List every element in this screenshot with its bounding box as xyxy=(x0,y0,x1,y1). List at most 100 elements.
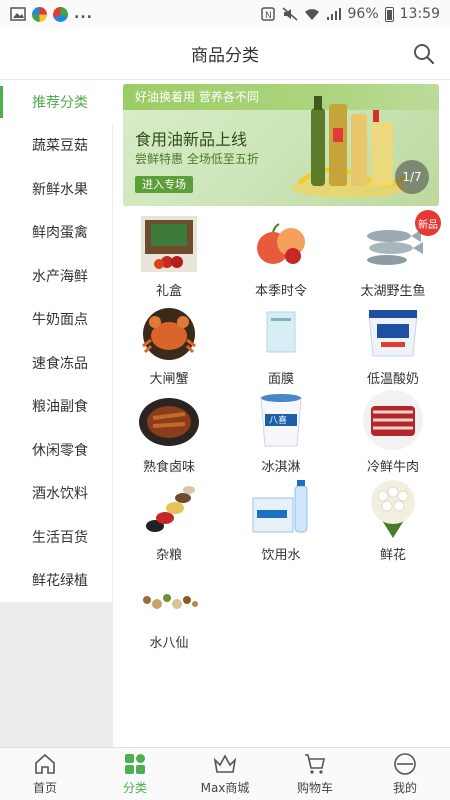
crown-icon xyxy=(213,752,237,776)
banner-tagline: 好油换着用 营养各不同 xyxy=(135,90,259,104)
sidebar-item[interactable]: 休闲零食 xyxy=(0,428,113,472)
banner-enter-button[interactable]: 进入专场 xyxy=(135,176,193,193)
battery-icon xyxy=(384,6,394,22)
battery-percent: 96% xyxy=(347,6,379,22)
category-item[interactable]: 鲜花 xyxy=(337,474,449,563)
sidebar-item-label: 生活百货 xyxy=(32,529,88,546)
tab-label: 首页 xyxy=(32,781,57,795)
promo-banner[interactable]: 好油换着用 营养各不同 食用油新品上线 尝鲜特惠 全场低至五折 进入专场 1/7 xyxy=(123,84,439,206)
sidebar-item[interactable]: 酒水饮料 xyxy=(0,471,113,515)
sidebar-item-label: 推荐分类 xyxy=(32,94,88,111)
signal-icon xyxy=(326,8,341,20)
category-label: 冰淇淋 xyxy=(261,460,301,475)
category-label: 饮用水 xyxy=(261,548,301,563)
sidebar-item[interactable]: 鲜肉蛋禽 xyxy=(0,210,113,254)
clock: 13:59 xyxy=(399,6,440,22)
mute-icon xyxy=(282,7,298,21)
category-item[interactable]: 大闸蟹 xyxy=(113,298,225,387)
gift-box-icon xyxy=(137,212,201,276)
sidebar-item[interactable]: 粮油副食 xyxy=(0,384,113,428)
category-item[interactable]: 太湖野生鱼 新品 xyxy=(337,210,449,299)
category-item[interactable]: 杂粮 xyxy=(113,474,225,563)
category-label: 杂粮 xyxy=(155,548,182,563)
sidebar-item-label: 水产海鲜 xyxy=(32,268,88,285)
sidebar-item[interactable]: 推荐分类 xyxy=(0,80,113,124)
category-label: 低温酸奶 xyxy=(366,372,419,387)
svg-text:八喜: 八喜 xyxy=(269,414,287,426)
new-badge: 新品 xyxy=(415,210,441,236)
sidebar-item-label: 速食冻品 xyxy=(32,355,88,372)
water-icon xyxy=(249,476,313,540)
tab-label: 我的 xyxy=(392,781,417,795)
home-icon xyxy=(33,752,57,776)
category-item[interactable]: 礼盒 xyxy=(113,210,225,299)
crab-icon xyxy=(137,300,201,364)
app-notification-icon xyxy=(53,6,68,22)
sidebar-item-label: 酒水饮料 xyxy=(32,486,88,503)
category-item[interactable]: 八喜 冰淇淋 xyxy=(225,386,337,475)
app-notification-icon xyxy=(32,6,47,22)
seasonal-fruit-icon xyxy=(249,212,313,276)
tab-label: 购物车 xyxy=(296,781,333,795)
tab-category[interactable]: 分类 xyxy=(90,748,180,800)
category-label: 熟食卤味 xyxy=(142,460,195,475)
tab-profile[interactable]: 我的 xyxy=(360,748,450,800)
braised-meat-icon xyxy=(137,388,201,452)
banner-subtitle: 尝鲜特惠 全场低至五折 xyxy=(135,152,259,166)
svg-text:N: N xyxy=(265,11,272,21)
category-item[interactable]: 饮用水 xyxy=(225,474,337,563)
wifi-icon xyxy=(304,9,319,20)
category-label: 本季时令 xyxy=(254,284,307,299)
sidebar-list: 推荐分类蔬菜豆菇新鲜水果鲜肉蛋禽水产海鲜牛奶面点速食冻品粮油副食休闲零食酒水饮料… xyxy=(0,80,113,602)
sidebar-item[interactable]: 水产海鲜 xyxy=(0,254,113,298)
tab-cart[interactable]: 购物车 xyxy=(270,748,360,800)
category-item[interactable]: 本季时令 xyxy=(225,210,337,299)
bottom-tab-bar: 首页 分类 Max商城 购物车 我的 xyxy=(0,747,450,800)
sidebar-item[interactable]: 新鲜水果 xyxy=(0,167,113,211)
sidebar-item[interactable]: 蔬菜豆菇 xyxy=(0,123,113,167)
category-sidebar: 推荐分类蔬菜豆菇新鲜水果鲜肉蛋禽水产海鲜牛奶面点速食冻品粮油副食休闲零食酒水饮料… xyxy=(0,80,113,747)
flower-icon xyxy=(361,476,425,540)
sidebar-item-label: 鲜花绿植 xyxy=(32,573,88,590)
profile-icon xyxy=(393,752,417,776)
tab-label: 分类 xyxy=(122,781,147,795)
search-icon xyxy=(414,44,435,65)
category-label: 冷鲜牛肉 xyxy=(366,460,419,475)
category-grid: 礼盒 本季时令 太湖野生鱼 新品 大闸蟹 面膜 低温酸奶 熟食卤味 八喜 冰淇淋 冷鲜牛肉 杂粮 饮用水… xyxy=(113,210,450,651)
status-left: ... xyxy=(10,6,93,22)
sidebar-item[interactable]: 鲜花绿植 xyxy=(0,558,113,602)
sidebar-item-label: 新鲜水果 xyxy=(32,181,88,198)
search-button[interactable] xyxy=(410,40,438,68)
sidebar-item-label: 粮油副食 xyxy=(32,399,88,416)
category-label: 面膜 xyxy=(267,372,294,387)
status-bar: ... N 96% 13:59 xyxy=(0,0,450,28)
category-item[interactable]: 水八仙 xyxy=(113,562,225,651)
status-right: N 96% 13:59 xyxy=(260,6,440,22)
aquatic-vegetables-icon xyxy=(137,564,201,628)
category-label: 水八仙 xyxy=(149,636,189,651)
sidebar-item-label: 牛奶面点 xyxy=(32,312,88,329)
category-item[interactable]: 熟食卤味 xyxy=(113,386,225,475)
category-item[interactable]: 面膜 xyxy=(225,298,337,387)
sidebar-item[interactable]: 生活百货 xyxy=(0,515,113,559)
tab-home[interactable]: 首页 xyxy=(0,748,90,800)
category-item[interactable]: 冷鲜牛肉 xyxy=(337,386,449,475)
yogurt-icon xyxy=(361,300,425,364)
header: 商品分类 xyxy=(0,28,450,80)
category-label: 太湖野生鱼 xyxy=(360,284,426,299)
tab-crown[interactable]: Max商城 xyxy=(180,748,270,800)
banner-pager: 1/7 xyxy=(395,160,429,194)
category-label: 礼盒 xyxy=(155,284,182,299)
nfc-icon: N xyxy=(260,7,275,21)
grains-icon xyxy=(137,476,201,540)
category-label: 鲜花 xyxy=(379,548,406,563)
gallery-icon xyxy=(10,7,26,21)
beef-icon xyxy=(361,388,425,452)
oil-bottles-image xyxy=(291,96,409,198)
sidebar-item[interactable]: 牛奶面点 xyxy=(0,297,113,341)
page-title: 商品分类 xyxy=(191,46,259,66)
banner-title: 食用油新品上线 xyxy=(135,130,248,149)
sidebar-item[interactable]: 速食冻品 xyxy=(0,341,113,385)
category-item[interactable]: 低温酸奶 xyxy=(337,298,449,387)
cart-icon xyxy=(303,752,327,776)
